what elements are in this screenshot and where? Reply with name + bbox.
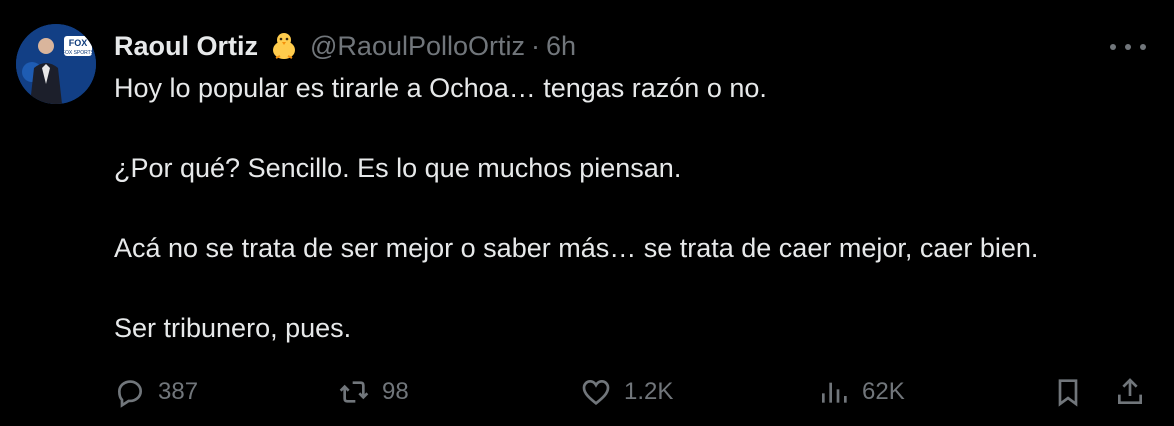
avatar-badge-text: FOX SPORTS: [62, 50, 95, 56]
separator-dot: ·: [531, 30, 541, 61]
tweet-paragraph: ¿Por qué? Sencillo. Es lo que muchos pie…: [114, 153, 682, 183]
reply-icon: [117, 380, 143, 408]
tweet-text: Hoy lo popular es tirarle a Ochoa… tenga…: [114, 68, 1164, 348]
reply-count: 387: [158, 378, 199, 405]
views-icon: [822, 382, 847, 403]
views-button[interactable]: 62K: [818, 372, 905, 412]
tweet-paragraph: Acá no se trata de ser mejor o saber más…: [114, 233, 1039, 263]
like-count: 1.2K: [624, 378, 674, 405]
avatar[interactable]: FOX FOX SPORTS: [16, 24, 96, 104]
tweet-paragraph: Ser tribunero, pues.: [114, 313, 352, 343]
share-icon: [1118, 378, 1142, 404]
like-button[interactable]: 1.2K: [580, 372, 673, 412]
more-icon[interactable]: [1110, 40, 1146, 54]
share-button[interactable]: [1114, 372, 1146, 412]
retweet-button[interactable]: 98: [338, 372, 409, 412]
views-count: 62K: [862, 378, 905, 405]
tweet-actions: 387 98 1.2K 62K: [114, 372, 1154, 412]
tweet-paragraph: Hoy lo popular es tirarle a Ochoa… tenga…: [114, 73, 767, 103]
author-handle[interactable]: @RaoulPolloOrtiz: [310, 31, 525, 62]
svg-text:FOX: FOX: [69, 38, 88, 48]
retweet-icon: [339, 381, 369, 403]
tweet-header: Raoul Ortiz @RaoulPolloOrtiz · 6h: [114, 26, 576, 66]
bookmark-icon: [1058, 379, 1078, 407]
author-name[interactable]: Raoul Ortiz: [114, 31, 258, 62]
avatar-image: FOX FOX SPORTS: [16, 24, 96, 104]
baby-chick-emoji-icon: [268, 30, 300, 62]
tweet-timestamp[interactable]: 6h: [546, 31, 576, 62]
heart-icon: [582, 379, 610, 406]
bookmark-button[interactable]: [1052, 372, 1084, 412]
reply-button[interactable]: 387: [114, 372, 198, 412]
retweet-count: 98: [382, 378, 409, 405]
